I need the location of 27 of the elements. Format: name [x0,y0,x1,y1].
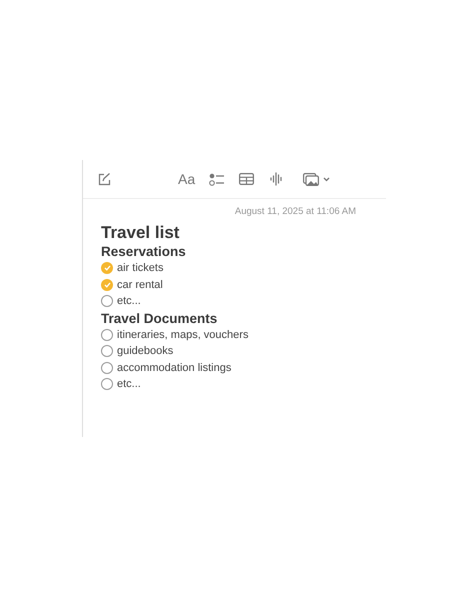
chevron-down-icon[interactable] [323,176,330,182]
checkmark-icon [104,265,110,272]
waveform-icon[interactable] [270,172,284,186]
checklist-icon[interactable] [209,172,224,186]
checkbox[interactable] [101,278,113,291]
checklist-item: air tickets [117,262,164,274]
timestamp: August 11, 2025 at 11:06 AM [234,205,357,217]
checklist-item: etc... [117,378,141,390]
checkbox[interactable] [101,328,113,341]
table-icon[interactable] [239,173,254,185]
section-heading: Reservations [101,243,187,260]
checkmark-icon [104,282,110,288]
checkbox[interactable] [101,295,113,308]
format-button[interactable]: Aa [178,171,196,187]
section-heading: Travel Documents [101,310,218,326]
media-icon[interactable] [303,172,320,186]
checkbox[interactable] [101,362,113,374]
checklist-item: accommodation listings [117,362,232,374]
note-title: Travel list [101,223,180,243]
checklist-item: etc... [117,295,141,308]
checklist-item: car rental [117,278,163,291]
checkbox[interactable] [101,345,113,358]
checklist-item: itineraries, maps, vouchers [117,328,248,341]
checkbox[interactable] [101,378,113,390]
compose-icon[interactable] [98,172,111,186]
checklist-item: guidebooks [117,345,174,358]
checkbox[interactable] [101,262,113,274]
